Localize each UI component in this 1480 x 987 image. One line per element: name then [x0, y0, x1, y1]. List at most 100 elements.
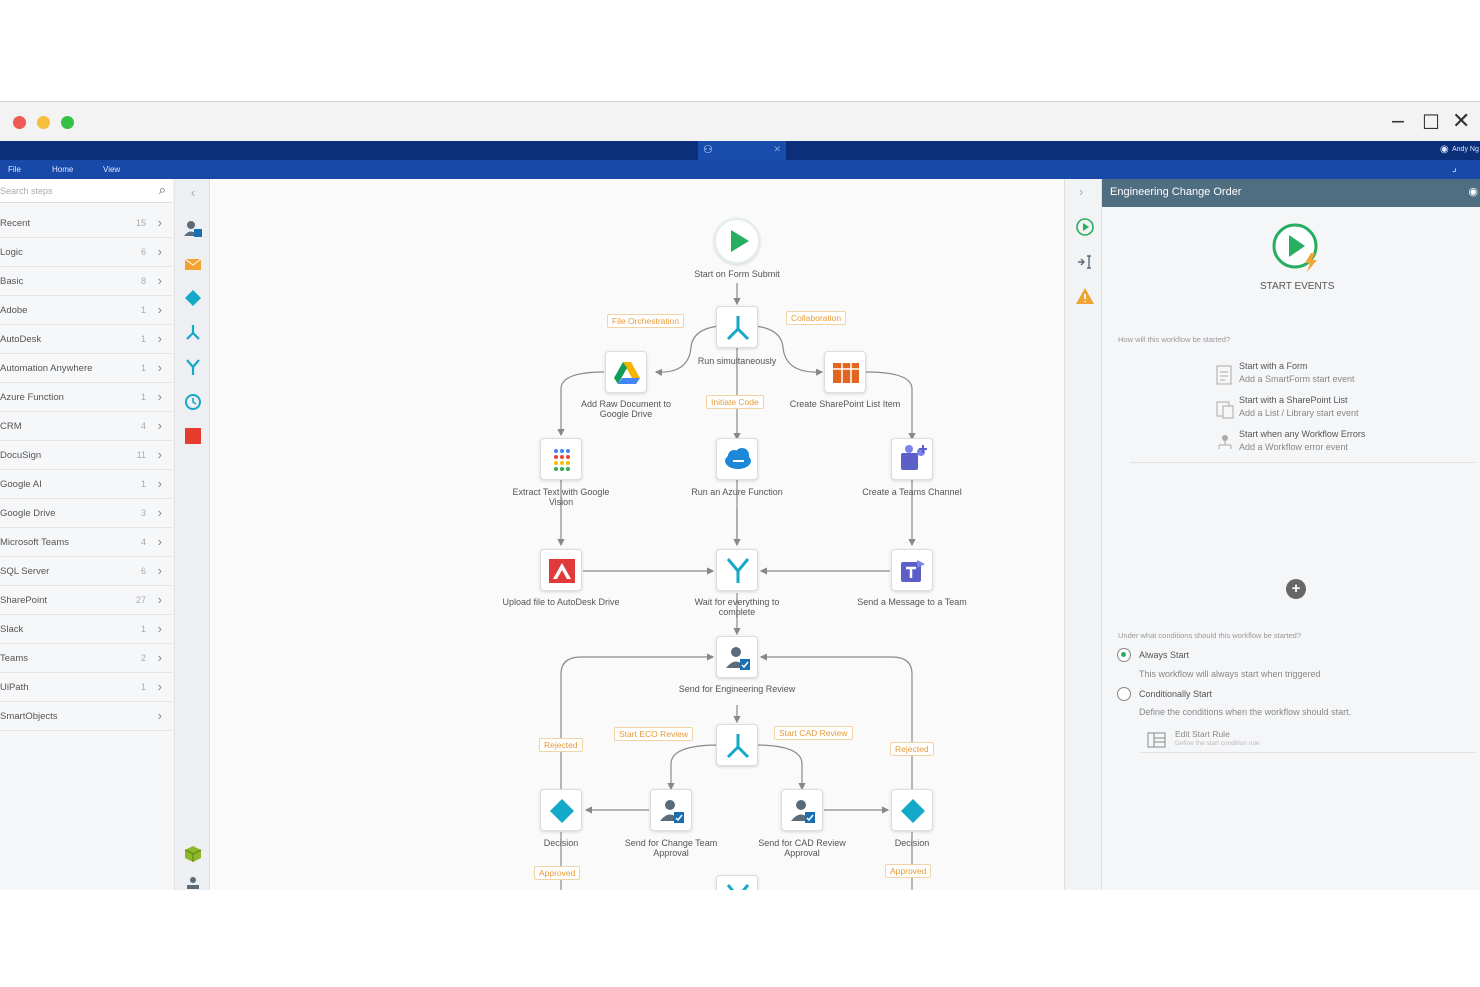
sidebar-category[interactable]: Adobe 1 ›: [0, 296, 172, 325]
tag-approved-right[interactable]: Approved: [885, 864, 932, 878]
sidebar-category[interactable]: Google Drive 3 ›: [0, 499, 172, 528]
decision-right-label: Decision: [894, 838, 930, 848]
close-dot[interactable]: [13, 116, 26, 129]
tag-rejected-left[interactable]: Rejected: [539, 738, 583, 752]
user-name[interactable]: Andy Ng: [1452, 146, 1479, 153]
start-question: How will this workflow be started?: [1118, 335, 1231, 344]
run-simultaneously-node[interactable]: [716, 306, 758, 348]
start-error-option[interactable]: Start when any Workflow Errors Add a Wor…: [1210, 429, 1470, 459]
google-vision-node[interactable]: [540, 438, 582, 480]
chevron-right-icon: ›: [157, 360, 162, 375]
engineering-review-node[interactable]: [716, 636, 758, 678]
timer-icon[interactable]: [183, 391, 203, 411]
menu-view[interactable]: View: [103, 165, 120, 174]
teams-channel-node[interactable]: [891, 438, 933, 480]
minimize-icon[interactable]: ‒: [1391, 110, 1405, 134]
sidebar-category[interactable]: CRM 4 ›: [0, 412, 172, 441]
cad-review-node[interactable]: [781, 789, 823, 831]
always-start-label[interactable]: Always Start: [1139, 650, 1189, 660]
tag-start-cad[interactable]: Start CAD Review: [774, 726, 853, 740]
workflow-canvas[interactable]: Start on Form Submit Run simultaneously …: [211, 179, 1064, 890]
change-team-node[interactable]: [650, 789, 692, 831]
close-icon[interactable]: ✕: [1452, 110, 1470, 134]
sidebar-category[interactable]: AutoDesk 1 ›: [0, 325, 172, 354]
maximize-dot[interactable]: [61, 116, 74, 129]
change-team-label: Send for Change Team Approval: [624, 838, 718, 858]
merge-icon[interactable]: [183, 357, 203, 377]
category-count: 1: [140, 624, 146, 634]
user-icon[interactable]: ◉: [1440, 144, 1449, 155]
start-event-rail-icon[interactable]: [1075, 217, 1095, 242]
always-start-radio[interactable]: [1117, 648, 1131, 662]
sidebar-category[interactable]: Google AI 1 ›: [0, 470, 172, 499]
chevron-right-icon: ›: [157, 708, 162, 723]
decision-right-node[interactable]: [891, 789, 933, 831]
sidebar-category[interactable]: Azure Function 1 ›: [0, 383, 172, 412]
smartobject-icon[interactable]: [183, 844, 203, 864]
chevron-right-icon: ›: [157, 215, 162, 230]
eco-split-node[interactable]: [716, 724, 758, 766]
chevron-right-icon: ›: [157, 331, 162, 346]
sidebar-category[interactable]: Basic 8 ›: [0, 267, 172, 296]
teams-message-label: Send a Message to a Team: [857, 597, 967, 607]
tag-collaboration[interactable]: Collaboration: [786, 311, 847, 325]
divider: [1130, 462, 1476, 463]
maximize-icon[interactable]: ☐: [1422, 110, 1440, 134]
variables-icon[interactable]: [1075, 252, 1095, 277]
hierarchy-icon[interactable]: [183, 876, 203, 890]
autodesk-node[interactable]: [540, 549, 582, 591]
sidebar-category[interactable]: SharePoint 27 ›: [0, 586, 172, 615]
expand-icon[interactable]: ⌟: [1452, 163, 1457, 174]
search-icon[interactable]: ⌕: [159, 182, 166, 198]
category-label: Google AI: [0, 479, 42, 490]
sidebar-category[interactable]: Microsoft Teams 4 ›: [0, 528, 172, 557]
category-count: 3: [140, 508, 146, 518]
start-sharepoint-option[interactable]: Start with a SharePoint List Add a List …: [1210, 395, 1470, 425]
tag-start-eco[interactable]: Start ECO Review: [614, 727, 693, 741]
sharepoint-label: Create SharePoint List Item: [789, 399, 901, 409]
add-start-event-button[interactable]: +: [1286, 579, 1306, 599]
email-icon[interactable]: [183, 254, 203, 274]
conditional-start-radio[interactable]: [1117, 687, 1131, 701]
stop-icon[interactable]: [183, 426, 203, 446]
teams-message-node[interactable]: [891, 549, 933, 591]
split-icon[interactable]: [183, 323, 203, 343]
decision-icon[interactable]: [183, 288, 203, 308]
azure-function-node[interactable]: [716, 438, 758, 480]
tag-file-orchestration[interactable]: File Orchestration: [607, 314, 685, 328]
sidebar-category[interactable]: Teams 2 ›: [0, 644, 172, 673]
sidebar-category[interactable]: Slack 1 ›: [0, 615, 172, 644]
sidebar-category[interactable]: Logic 6 ›: [0, 238, 172, 267]
wait-node[interactable]: [716, 549, 758, 591]
minimize-dot[interactable]: [37, 116, 50, 129]
sharepoint-node[interactable]: [824, 351, 866, 393]
menu-file[interactable]: File: [8, 165, 21, 174]
collapse-left-icon[interactable]: ‹: [183, 185, 203, 205]
sidebar-category[interactable]: UiPath 1 ›: [0, 673, 172, 702]
sidebar-category[interactable]: DocuSign 11 ›: [0, 441, 172, 470]
conditional-start-label[interactable]: Conditionally Start: [1139, 689, 1212, 699]
menu-home[interactable]: Home: [52, 165, 73, 174]
eye-icon[interactable]: ◉: [1468, 185, 1478, 198]
sidebar-category[interactable]: SmartObjects ›: [0, 702, 172, 731]
tag-initiate-code[interactable]: Initiate Code: [706, 395, 764, 409]
decision-left-node[interactable]: [540, 789, 582, 831]
search-input[interactable]: Search steps: [0, 186, 53, 196]
edit-start-rule-button[interactable]: Edit Start Rule Define the start conditi…: [1140, 727, 1476, 753]
category-label: Google Drive: [0, 508, 56, 519]
sidebar-category[interactable]: Automation Anywhere 1 ›: [0, 354, 172, 383]
collapse-right-icon[interactable]: ›: [1079, 184, 1083, 199]
start-form-option[interactable]: Start with a Form Add a SmartForm start …: [1210, 361, 1470, 391]
next-merge-node[interactable]: [716, 875, 758, 890]
user-task-icon[interactable]: [183, 219, 203, 239]
workflow-tab[interactable]: ⚇ ✕: [698, 141, 786, 160]
sidebar-category[interactable]: Recent 15 ›: [0, 209, 172, 238]
sidebar-category[interactable]: SQL Server 6 ›: [0, 557, 172, 586]
google-drive-node[interactable]: [605, 351, 647, 393]
start-node[interactable]: [714, 218, 760, 264]
search-box[interactable]: Search steps ⌕: [0, 179, 172, 203]
warning-icon[interactable]: [1075, 286, 1095, 311]
tag-approved-left[interactable]: Approved: [534, 866, 581, 880]
tag-rejected-right[interactable]: Rejected: [890, 742, 934, 756]
tab-close-icon[interactable]: ✕: [773, 144, 781, 155]
